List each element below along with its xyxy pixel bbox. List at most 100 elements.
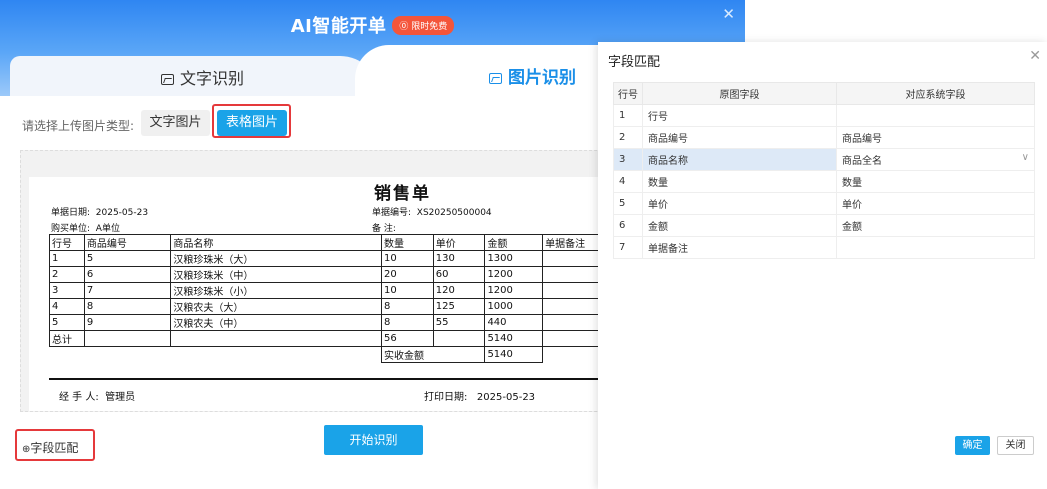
table-cell — [170, 330, 383, 347]
close-icon[interactable]: ✕ — [722, 5, 735, 23]
table-cell: 6 — [83, 266, 172, 283]
text-image-option[interactable]: 文字图片 — [141, 110, 210, 136]
table-cell: 5 — [49, 314, 85, 331]
mapping-system-field[interactable]: 数量 — [836, 170, 1035, 193]
mapping-system-select[interactable]: 商品全名 ∨ — [836, 148, 1035, 171]
table-cell: 1200 — [484, 282, 544, 299]
table-cell: 汉粮珍珠米（大） — [170, 250, 383, 267]
mapping-source: 金额 — [642, 214, 837, 237]
free-badge: ⓪ 限时免费 — [392, 15, 455, 35]
tab-text-recognition[interactable]: 文字识别 — [10, 56, 380, 96]
table-header: 商品名称 — [170, 234, 383, 251]
table-cell — [543, 347, 601, 363]
mapping-row: 4 数量 数量 — [613, 170, 1035, 193]
mapping-row: 2 商品编号 商品编号 — [613, 126, 1035, 149]
table-cell: 1 — [49, 250, 85, 267]
table-row: 4 8 汉粮农夫（大） 8 125 1000 — [49, 298, 601, 315]
start-recognition-button[interactable]: 开始识别 — [324, 425, 423, 455]
table-cell: 1300 — [484, 250, 544, 267]
mapping-row: 6 金额 金额 — [613, 214, 1035, 237]
header-title-group: AI智能开单 ⓪ 限时免费 — [0, 12, 745, 38]
table-header: 行号 — [49, 234, 85, 251]
table-header: 单价 — [432, 234, 486, 251]
bottom-rule — [49, 378, 601, 380]
tab-image-label: 图片识别 — [489, 63, 576, 88]
table-cell: 125 — [432, 298, 486, 315]
doc-number: 单据编号: XS20250500004 — [372, 205, 492, 218]
table-cell — [83, 330, 172, 347]
side-dialog-title: 字段匹配 — [608, 55, 661, 70]
table-cell: 130 — [432, 250, 486, 267]
free-badge-label: 限时免费 — [411, 21, 448, 32]
number-value: XS20250500004 — [416, 208, 492, 218]
doc-buyer: 购买单位: A单位 — [51, 221, 120, 234]
field-mapping-table: 行号 原图字段 对应系统字段 1 行号 2 商品编号 商品编号 3 商品名称 商品全名 ∨ … — [613, 82, 1035, 259]
table-cell: 55 — [432, 314, 486, 331]
mapping-system-field[interactable]: 单价 — [836, 192, 1035, 215]
image-icon — [161, 74, 174, 85]
mapping-system-field[interactable] — [836, 236, 1035, 259]
sales-document: 销售单 单据日期: 2025-05-23 单据编号: XS20250500004… — [29, 177, 602, 411]
mapping-no: 5 — [613, 192, 643, 215]
document-table: 行号 商品编号 商品名称 数量 单价 金额 单据备注 1 5 汉粮珍珠米（大） 10 1… — [49, 234, 602, 363]
total-amount: 5140 — [484, 330, 544, 347]
table-cell — [50, 347, 85, 363]
close-icon[interactable]: ✕ — [1029, 48, 1041, 64]
mapping-header-row: 行号 原图字段 对应系统字段 — [613, 82, 1035, 105]
table-cell: 3 — [49, 282, 85, 299]
mapping-source: 数量 — [642, 170, 837, 193]
table-header: 商品编号 — [83, 234, 172, 251]
table-cell: 汉粮农夫（中） — [170, 314, 383, 331]
close-button[interactable]: 关闭 — [997, 436, 1034, 455]
table-cell: 8 — [83, 298, 172, 315]
mapping-no: 3 — [613, 148, 643, 171]
upload-type-label: 请选择上传图片类型: — [22, 119, 135, 133]
buyer-label: 购买单位: — [51, 224, 91, 234]
table-cell — [542, 298, 601, 315]
confirm-button[interactable]: 确定 — [955, 436, 990, 455]
paid-row: 实收金额 5140 — [50, 346, 602, 363]
table-cell: 1200 — [484, 266, 544, 283]
table-cell — [542, 266, 601, 283]
doc-note: 备 注: — [372, 224, 396, 234]
mapping-source: 商品编号 — [642, 126, 837, 149]
table-cell — [84, 347, 171, 363]
dialog-title: AI智能开单 — [290, 16, 387, 37]
date-label: 单据日期: — [51, 208, 91, 218]
mapping-source: 单价 — [642, 192, 837, 215]
paid-label: 实收金额 — [381, 346, 486, 363]
table-cell — [542, 250, 601, 267]
doc-handler: 经 手 人: 管理员 — [59, 388, 135, 403]
highlight-box — [212, 104, 291, 138]
table-row: 5 9 汉粮农夫（中） 8 55 440 — [49, 314, 601, 331]
mapping-no: 4 — [613, 170, 643, 193]
table-cell: 汉粮珍珠米（小） — [170, 282, 383, 299]
mapping-system-field[interactable]: 金额 — [836, 214, 1035, 237]
mapping-no: 7 — [613, 236, 643, 259]
total-qty: 56 — [381, 330, 434, 347]
table-cell: 1000 — [484, 298, 544, 315]
mapping-header: 原图字段 — [642, 82, 837, 105]
table-row: 1 5 汉粮珍珠米（大） 10 130 1300 — [49, 250, 601, 267]
mapping-system-field[interactable] — [836, 104, 1035, 127]
table-cell: 440 — [484, 314, 544, 331]
image-preview: 销售单 单据日期: 2025-05-23 单据编号: XS20250500004… — [20, 150, 602, 412]
table-header: 单据备注 — [542, 234, 601, 251]
chevron-down-icon[interactable]: ∨ — [1022, 152, 1029, 163]
table-header-row: 行号 商品编号 商品名称 数量 单价 金额 单据备注 — [49, 234, 601, 251]
mapping-system-field[interactable]: 商品编号 — [836, 126, 1035, 149]
mapping-no: 2 — [613, 126, 643, 149]
table-cell: 10 — [381, 250, 434, 267]
table-cell: 汉粮珍珠米（中） — [170, 266, 383, 283]
handler-value: 管理员 — [105, 392, 136, 403]
image-icon — [489, 73, 502, 84]
mapping-no: 6 — [613, 214, 643, 237]
tab-image-text: 图片识别 — [508, 68, 576, 88]
mapping-no: 1 — [613, 104, 643, 127]
date-value: 2025-05-23 — [95, 208, 149, 218]
total-row: 总计 56 5140 — [49, 330, 601, 347]
mapping-header: 行号 — [613, 82, 643, 105]
table-cell: 20 — [381, 266, 434, 283]
mapping-source: 单据备注 — [642, 236, 837, 259]
table-cell: 8 — [381, 314, 434, 331]
